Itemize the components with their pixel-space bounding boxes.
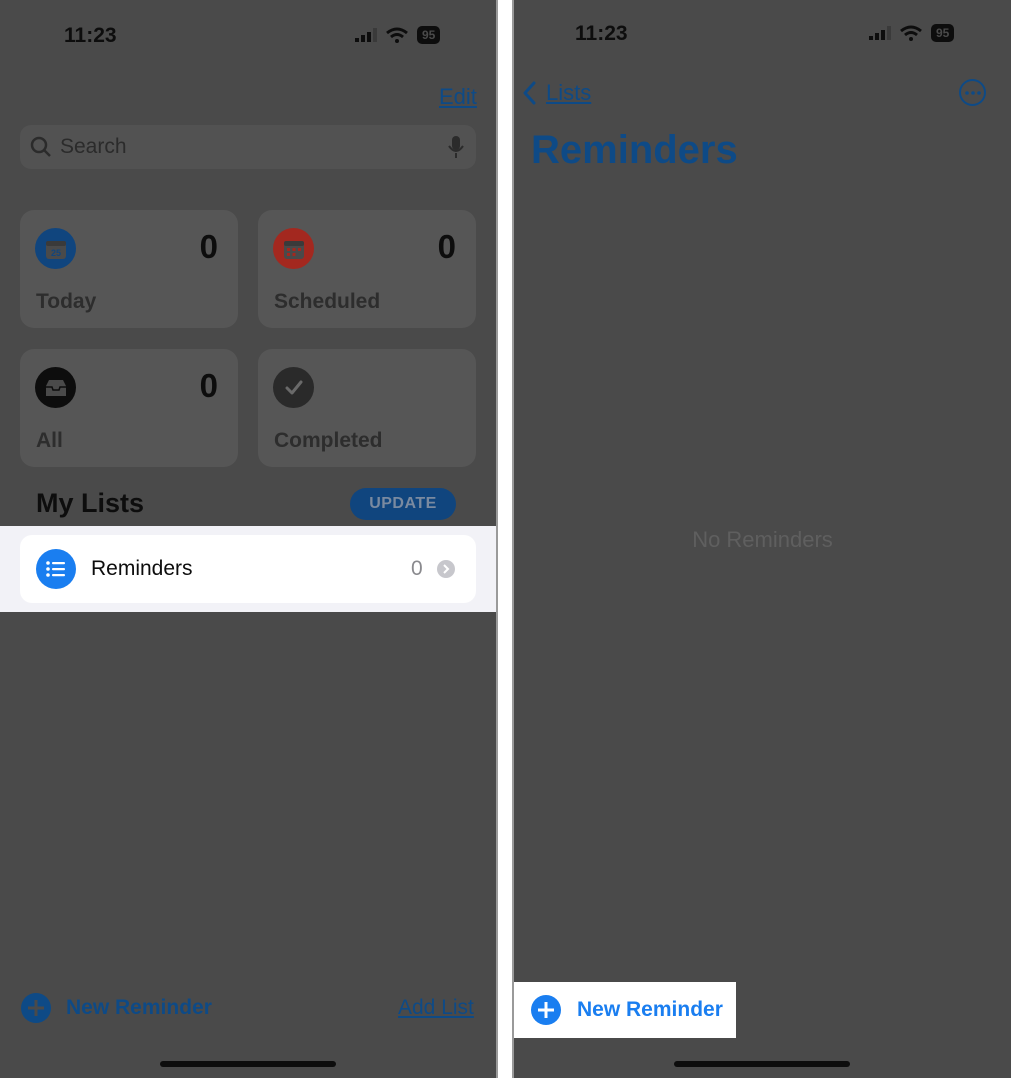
list-item-count: 0	[411, 557, 423, 580]
back-label: Lists	[546, 80, 592, 105]
today-icon-day: 25	[50, 248, 60, 258]
home-indicator[interactable]	[160, 1061, 336, 1067]
tile-count: 0	[437, 228, 456, 265]
chevron-left-icon	[523, 81, 536, 105]
chevron-right-icon	[437, 560, 455, 578]
reminders-list-detail-screen: 11:23 95 Lists Reminders No Reminders Ne…	[514, 0, 1011, 1078]
status-icons: 95	[869, 24, 955, 42]
more-button[interactable]	[959, 79, 986, 106]
reminders-lists-screen: 11:23 95 Edit Search 25 0 Today 0 Schedu…	[0, 0, 496, 1078]
wifi-icon	[900, 25, 922, 41]
tile-count: 0	[199, 228, 218, 265]
add-list-button[interactable]: Add List	[398, 996, 474, 1020]
home-indicator[interactable]	[674, 1061, 850, 1067]
new-reminder-button[interactable]: New Reminder	[20, 992, 212, 1024]
tile-completed[interactable]: Completed	[258, 349, 476, 467]
status-icons: 95	[355, 26, 441, 44]
tile-today[interactable]: 25 0 Today	[20, 210, 238, 328]
tile-scheduled[interactable]: 0 Scheduled	[258, 210, 476, 328]
page-title: Reminders	[531, 128, 738, 172]
status-time: 11:23	[575, 22, 628, 45]
battery-icon: 95	[931, 24, 955, 42]
checkmark-icon	[273, 367, 314, 408]
empty-state-text: No Reminders	[692, 527, 833, 552]
divider	[496, 0, 498, 1078]
edit-button[interactable]: Edit	[439, 84, 477, 110]
calendar-today-icon: 25	[35, 228, 76, 269]
update-button[interactable]: UPDATE	[350, 488, 456, 520]
tile-label: Scheduled	[274, 290, 381, 313]
list-item-reminders[interactable]: Reminders 0	[20, 535, 476, 603]
signal-icon	[869, 26, 891, 40]
back-button[interactable]: Lists	[522, 80, 591, 106]
tile-label: Today	[36, 290, 97, 313]
search-input[interactable]: Search	[20, 125, 476, 169]
tray-icon	[35, 367, 76, 408]
plus-circle-icon	[21, 993, 51, 1023]
ellipsis-icon	[964, 90, 981, 95]
plus-circle-icon	[531, 995, 561, 1025]
tile-count: 0	[199, 367, 218, 404]
tile-label: All	[36, 429, 63, 452]
new-reminder-button[interactable]: New Reminder	[514, 982, 736, 1038]
wifi-icon	[386, 27, 408, 43]
search-placeholder: Search	[60, 135, 127, 158]
list-item-label: Reminders	[91, 557, 193, 580]
new-reminder-label: New Reminder	[66, 996, 212, 1019]
new-reminder-label: New Reminder	[577, 998, 723, 1021]
microphone-icon[interactable]	[448, 135, 464, 159]
signal-icon	[355, 28, 377, 42]
list-bullet-icon	[36, 549, 76, 589]
my-lists-title: My Lists	[36, 488, 145, 518]
calendar-scheduled-icon	[273, 228, 314, 269]
tile-all[interactable]: 0 All	[20, 349, 238, 467]
status-time: 11:23	[64, 24, 117, 47]
tile-label: Completed	[274, 429, 383, 452]
search-icon	[30, 136, 51, 157]
battery-icon: 95	[417, 26, 441, 44]
